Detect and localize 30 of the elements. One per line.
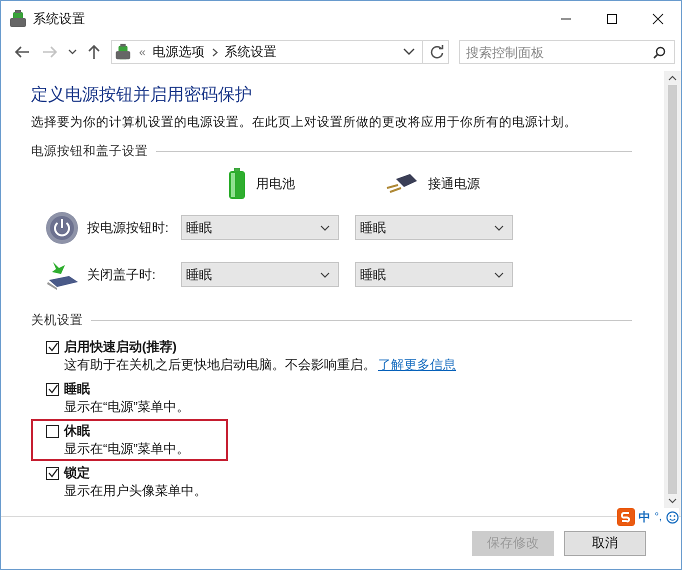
option-label: 启用快速启动(推荐) bbox=[64, 338, 177, 356]
page-description: 选择要为你的计算机设置的电源设置。在此页上对设置所做的更改将应用于你所有的电源计划。 bbox=[31, 114, 578, 131]
search-field[interactable]: 搜索控制面板 bbox=[459, 40, 675, 64]
dropdown[interactable]: 睡眠 bbox=[181, 262, 339, 287]
option-description: 显示在“电源”菜单中。 bbox=[64, 441, 190, 456]
option-description: 这有助于在关机之后更快地启动电脑。不会影响重启。 bbox=[64, 357, 376, 372]
ime-punctuation[interactable]: °, bbox=[654, 511, 662, 523]
dropdown[interactable]: 睡眠 bbox=[355, 262, 513, 287]
window-title: 系统设置 bbox=[33, 10, 85, 28]
ime-mode[interactable]: 中 bbox=[638, 508, 651, 526]
column-header: 接通电源 bbox=[428, 175, 480, 193]
page-heading: 定义电源按钮并启用密码保护 bbox=[31, 84, 253, 106]
breadcrumb[interactable]: 电源选项 bbox=[152, 43, 205, 61]
option-description: 显示在用户头像菜单中。 bbox=[64, 483, 207, 498]
column-header: 用电池 bbox=[256, 175, 295, 193]
option-label: 休眠 bbox=[64, 422, 90, 440]
breadcrumb[interactable]: 系统设置 bbox=[224, 43, 277, 61]
option-description: 显示在“电源”菜单中。 bbox=[64, 399, 190, 414]
overflow-chevrons[interactable]: « bbox=[139, 45, 146, 59]
cancel-button[interactable]: 取消 bbox=[564, 530, 646, 556]
section-title: 电源按钮和盖子设置 bbox=[31, 143, 148, 160]
dropdown[interactable]: 睡眠 bbox=[355, 215, 513, 240]
section-title: 关机设置 bbox=[31, 312, 83, 329]
setting-label: 按电源按钮时: bbox=[87, 218, 170, 236]
address-bar[interactable]: « 电源选项 系统设置 bbox=[111, 40, 449, 64]
setting-label: 关闭盖子时: bbox=[87, 266, 157, 284]
option-label: 睡眠 bbox=[64, 380, 90, 398]
learn-more-link[interactable]: 了解更多信息 bbox=[378, 357, 456, 372]
option-label: 锁定 bbox=[64, 464, 90, 482]
dropdown[interactable]: 睡眠 bbox=[181, 215, 339, 240]
